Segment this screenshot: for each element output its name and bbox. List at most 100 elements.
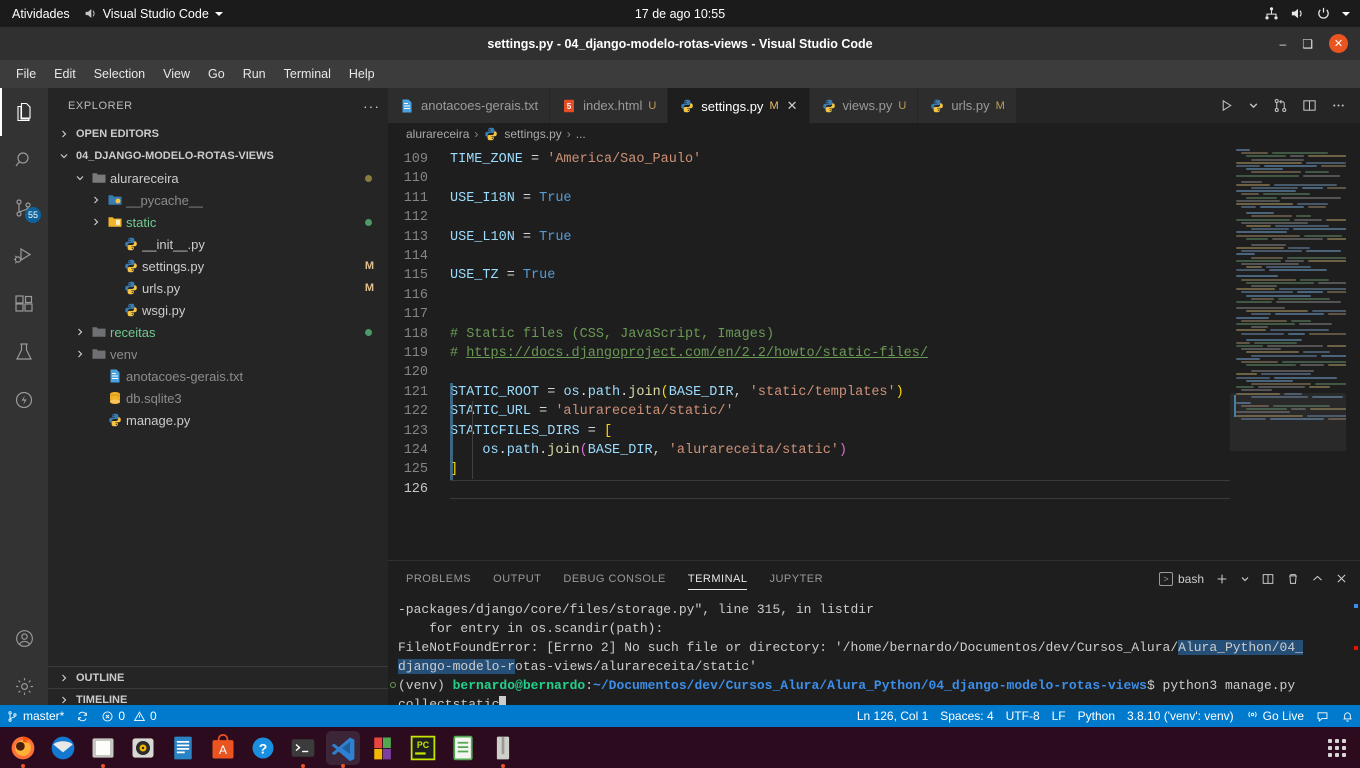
menu-selection[interactable]: Selection [86, 64, 153, 84]
code-line[interactable]: 120 [388, 363, 1360, 382]
taskbar-rhythmbox[interactable] [126, 731, 160, 765]
menu-help[interactable]: Help [341, 64, 383, 84]
terminal-selector[interactable]: > bash [1158, 571, 1204, 586]
gnome-clock[interactable]: 17 de ago 10:55 [635, 7, 725, 21]
editor-tab-views-py[interactable]: views.py U [809, 88, 919, 123]
code-line[interactable]: 118 # Static files (CSS, JavaScript, Imag… [388, 325, 1360, 344]
code-line[interactable]: 114 [388, 247, 1360, 266]
breadcrumb[interactable]: alurareceira › settings.py ›... [388, 123, 1360, 145]
activity-live-share[interactable] [0, 376, 48, 424]
breadcrumb-item[interactable]: settings.py [504, 127, 561, 141]
status-problems[interactable]: 0 0 [95, 705, 162, 727]
activity-testing[interactable] [0, 328, 48, 376]
focused-app-menu[interactable]: Visual Studio Code [84, 7, 223, 21]
status-sync[interactable] [70, 705, 95, 727]
taskbar-archive-manager[interactable] [486, 731, 520, 768]
taskbar-pycharm[interactable]: PC [406, 731, 440, 765]
code-line[interactable]: 113 USE_L10N = True [388, 228, 1360, 247]
file-tree-item[interactable]: static [48, 211, 388, 233]
activities-button[interactable]: Atividades [0, 7, 84, 21]
close-icon[interactable]: ✕ [787, 98, 798, 114]
file-tree-item[interactable]: urls.py M [48, 277, 388, 299]
taskbar-libreoffice-calc[interactable] [446, 731, 480, 765]
menu-view[interactable]: View [155, 64, 198, 84]
section-project-root[interactable]: 04_DJANGO-MODELO-ROTAS-VIEWS [48, 145, 388, 167]
minimap[interactable] [1230, 145, 1346, 560]
activity-extensions[interactable] [0, 280, 48, 328]
close-button[interactable]: ✕ [1329, 34, 1348, 53]
code-line[interactable]: 112 [388, 208, 1360, 227]
file-tree-item[interactable]: settings.py M [48, 255, 388, 277]
status-eol[interactable]: LF [1046, 705, 1072, 727]
panel-tab-terminal[interactable]: TERMINAL [687, 561, 748, 596]
sidebar-more-actions-icon[interactable]: ··· [363, 98, 380, 114]
taskbar-libreoffice-writer[interactable] [166, 731, 200, 765]
code-line[interactable]: 116 [388, 286, 1360, 305]
code-editor[interactable]: 109 TIME_ZONE = 'America/Sao_Paulo' 110 111… [388, 145, 1360, 560]
activity-manage-settings[interactable] [0, 662, 48, 710]
status-encoding[interactable]: UTF-8 [1000, 705, 1046, 727]
menubar[interactable]: File Edit Selection View Go Run Terminal Help [0, 60, 1360, 88]
taskbar-ubuntu-software[interactable]: A [206, 731, 240, 765]
code-line[interactable]: 123 STATICFILES_DIRS = [ [388, 422, 1360, 441]
menu-go[interactable]: Go [200, 64, 233, 84]
editor-scrollbar[interactable] [1346, 145, 1360, 560]
code-line[interactable]: 121 STATIC_ROOT = os.path.join(BASE_DIR, … [388, 383, 1360, 402]
section-outline[interactable]: OUTLINE [48, 666, 388, 688]
file-tree-item[interactable]: __init__.py [48, 233, 388, 255]
file-tree-item[interactable]: __pycache__ [48, 189, 388, 211]
status-feedback[interactable] [1310, 705, 1335, 727]
show-applications-icon[interactable] [1328, 738, 1346, 757]
code-line[interactable]: 115 USE_TZ = True [388, 266, 1360, 285]
taskbar-files[interactable] [86, 731, 120, 768]
activity-source-control[interactable]: 55 [0, 184, 48, 232]
window-controls[interactable]: – ❑ ✕ [1280, 27, 1348, 60]
status-go-live[interactable]: Go Live [1240, 705, 1310, 727]
code-line[interactable]: 124 os.path.join(BASE_DIR, 'alurareceita… [388, 441, 1360, 460]
terminal-scrollbar[interactable] [1346, 596, 1360, 710]
taskbar-microsoft-office[interactable] [366, 731, 400, 765]
status-indentation[interactable]: Spaces: 4 [934, 705, 999, 727]
code-line[interactable]: 110 [388, 169, 1360, 188]
breadcrumb-item[interactable]: alurareceira [406, 127, 469, 141]
gnome-system-tray[interactable] [1264, 6, 1350, 21]
terminal-output[interactable]: -packages/django/core/files/storage.py",… [388, 596, 1360, 710]
code-line[interactable]: 125] [388, 460, 1360, 479]
file-tree-item[interactable]: manage.py [48, 409, 388, 431]
code-line[interactable]: 109 TIME_ZONE = 'America/Sao_Paulo' [388, 150, 1360, 169]
editor-tab-settings-py[interactable]: settings.py M ✕ [668, 88, 810, 123]
code-line[interactable]: 111 USE_I18N = True [388, 189, 1360, 208]
status-language-mode[interactable]: Python [1072, 705, 1121, 727]
taskbar-terminal[interactable] [286, 731, 320, 768]
panel-tab-jupyter[interactable]: JUPYTER [769, 561, 823, 596]
menu-edit[interactable]: Edit [46, 64, 84, 84]
panel-tab-output[interactable]: OUTPUT [493, 561, 541, 596]
menu-run[interactable]: Run [235, 64, 274, 84]
file-tree-item[interactable]: venv [48, 343, 388, 365]
section-open-editors[interactable]: OPEN EDITORS [48, 123, 388, 145]
file-tree-item[interactable]: receitas [48, 321, 388, 343]
editor-tab-index-html[interactable]: 5 index.html U [550, 88, 669, 123]
code-line[interactable]: 122 STATIC_URL = 'alurareceita/static/' [388, 402, 1360, 421]
activity-run-debug[interactable] [0, 232, 48, 280]
chevron-down-icon[interactable] [1342, 11, 1350, 16]
menu-file[interactable]: File [8, 64, 44, 84]
status-notifications[interactable] [1335, 705, 1360, 727]
file-tree-item[interactable]: anotacoes-gerais.txt [48, 365, 388, 387]
panel-actions[interactable]: > bash [1158, 571, 1360, 586]
maximize-button[interactable]: ❑ [1302, 38, 1313, 50]
editor-tab-anotacoes-gerais-txt[interactable]: anotacoes-gerais.txt [388, 88, 551, 123]
taskbar-firefox[interactable] [6, 731, 40, 768]
code-line[interactable]: 119 # https://docs.djangoproject.com/en/2… [388, 344, 1360, 363]
status-branch[interactable]: master* [0, 705, 70, 727]
taskbar-visual-studio-code[interactable] [326, 730, 360, 768]
taskbar-thunderbird[interactable] [46, 731, 80, 765]
minimap-viewport-slider[interactable] [1230, 393, 1346, 451]
menu-terminal[interactable]: Terminal [276, 64, 339, 84]
file-tree-item[interactable]: alurareceira [48, 167, 388, 189]
panel-tab-problems[interactable]: PROBLEMS [406, 561, 471, 596]
file-tree-item[interactable]: wsgi.py [48, 299, 388, 321]
activity-accounts[interactable] [0, 614, 48, 662]
taskbar-help[interactable]: ? [246, 731, 280, 765]
file-tree-item[interactable]: db.sqlite3 [48, 387, 388, 409]
